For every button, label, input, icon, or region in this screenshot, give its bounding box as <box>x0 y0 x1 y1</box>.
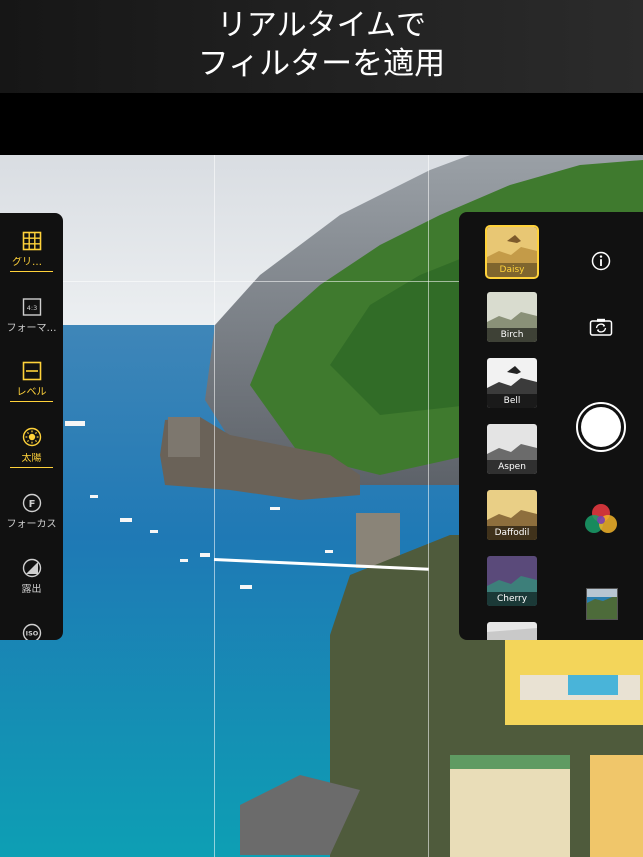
focus-f-icon: F <box>22 493 41 513</box>
tool-sun-label: 太陽 <box>10 453 53 468</box>
sun-icon <box>22 427 41 447</box>
filter-next-partial[interactable] <box>487 622 537 640</box>
color-filter-icon <box>585 504 617 533</box>
filter-bell[interactable]: Bell <box>487 358 537 408</box>
format-4-3-icon: 4:3 <box>22 298 41 316</box>
filter-birch[interactable]: Birch <box>487 292 537 342</box>
svg-text:4:3: 4:3 <box>26 304 36 312</box>
filter-daisy[interactable]: Daisy <box>485 225 539 279</box>
filter-aspen[interactable]: Aspen <box>487 424 537 474</box>
svg-text:F: F <box>28 499 35 510</box>
switch-camera-button[interactable] <box>587 315 615 339</box>
tool-focus-label: フォーカス <box>6 519 57 530</box>
filter-name: Birch <box>487 328 537 342</box>
tool-focus[interactable]: F フォーカス <box>0 493 63 531</box>
tool-grid[interactable]: グリッド <box>0 231 63 272</box>
svg-text:ISO: ISO <box>25 630 38 638</box>
color-filter-button[interactable] <box>583 502 619 536</box>
gallery-button[interactable] <box>586 588 618 620</box>
filter-name: Daisy <box>487 263 537 277</box>
filter-name: Cherry <box>487 592 537 606</box>
shutter-inner <box>581 407 621 447</box>
filter-daffodil[interactable]: Daffodil <box>487 490 537 540</box>
filter-cherry[interactable]: Cherry <box>487 556 537 606</box>
gallery-thumbnail <box>587 589 617 619</box>
info-icon <box>591 251 611 271</box>
filter-name: Daffodil <box>487 526 537 540</box>
info-button[interactable] <box>589 249 613 273</box>
tool-exposure[interactable]: 露出 <box>0 558 63 596</box>
filter-name: Bell <box>487 394 537 408</box>
tool-exposure-label: 露出 <box>21 584 42 595</box>
tool-sun[interactable]: 太陽 <box>0 427 63 468</box>
switch-camera-icon <box>589 318 613 336</box>
filter-name: Aspen <box>487 460 537 474</box>
exposure-icon <box>22 558 41 578</box>
grid-icon <box>22 231 41 251</box>
grid-line-vertical-1 <box>214 155 215 857</box>
level-icon <box>22 361 41 381</box>
grid-line-vertical-2 <box>428 155 429 857</box>
header-title-line2: フィルターを適用 <box>197 46 446 82</box>
right-control-panel: Daisy Birch Bell Aspen Daffodil Cherry <box>459 212 643 640</box>
tool-grid-label: グリッド <box>10 257 53 272</box>
tool-level[interactable]: レベル <box>0 361 63 402</box>
tool-format-label: フォーマ… <box>6 323 57 334</box>
filter-thumbnail-image <box>487 622 537 640</box>
header-title-line1: リアルタイムで <box>216 8 427 43</box>
shutter-button[interactable] <box>576 402 626 452</box>
iso-icon: ISO <box>22 623 41 640</box>
header-banner: リアルタイムで フィルターを適用 <box>0 0 643 93</box>
tool-level-label: レベル <box>10 387 53 402</box>
left-toolbar: グリッド 4:3 フォーマ… レベル 太陽 F フォーカス 露出 ISO <box>0 213 63 640</box>
tool-iso[interactable]: ISO <box>0 623 63 640</box>
tool-format[interactable]: 4:3 フォーマ… <box>0 297 63 335</box>
